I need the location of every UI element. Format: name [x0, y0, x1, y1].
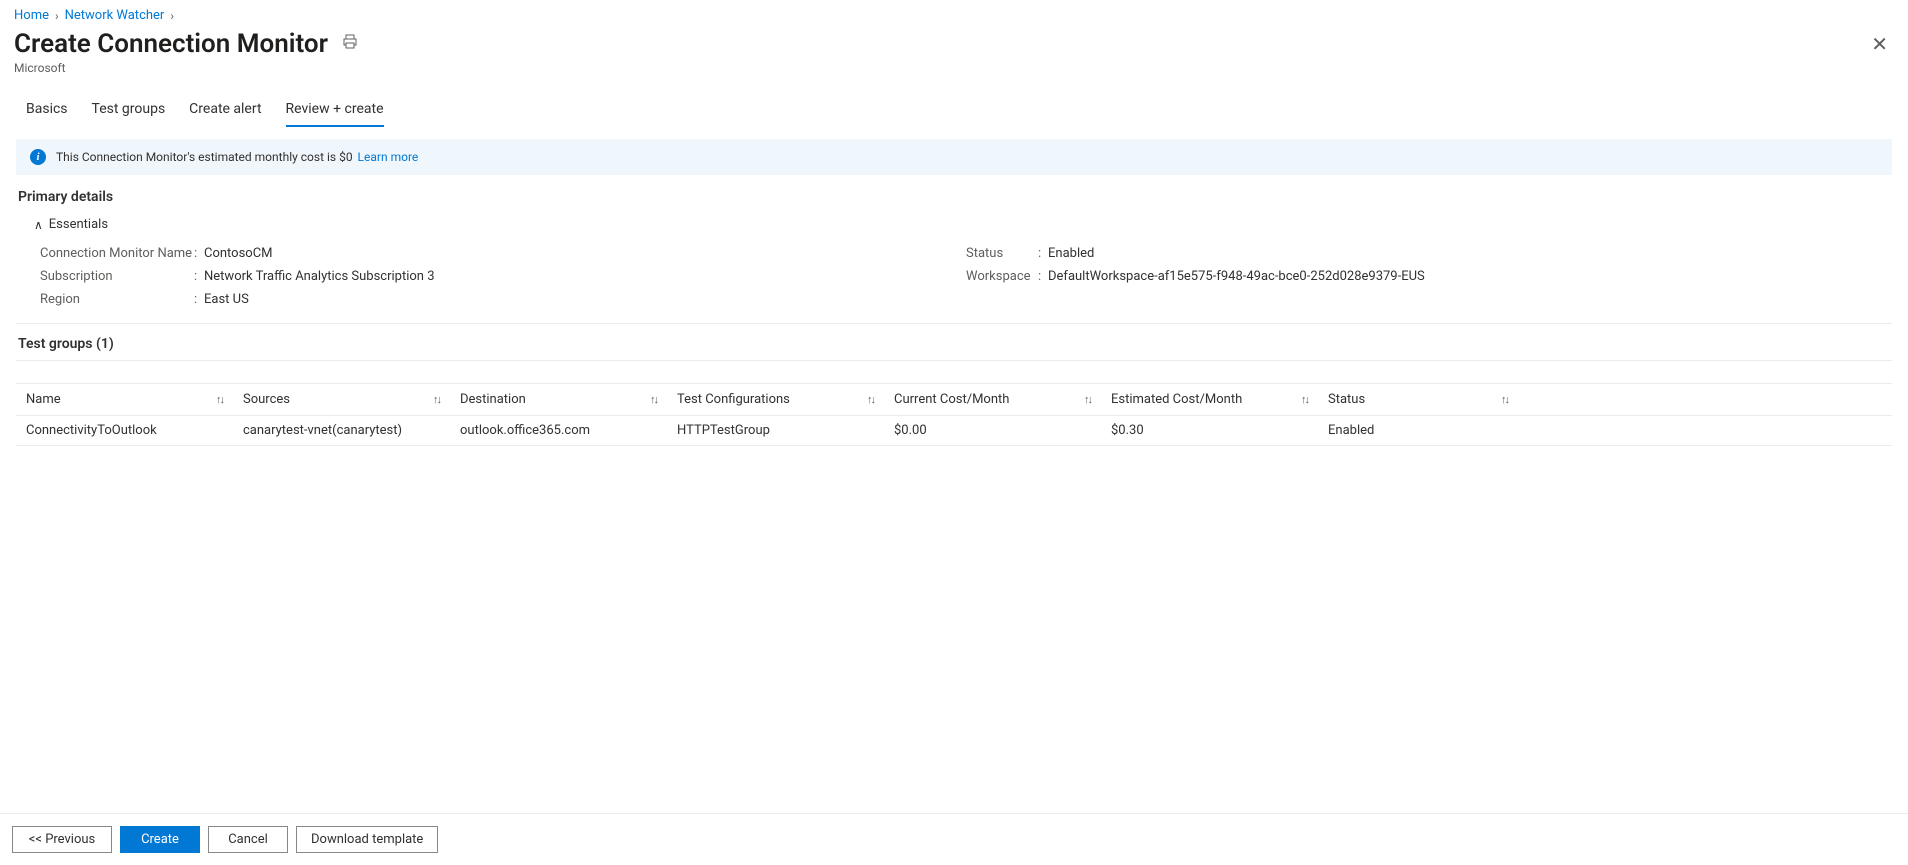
cell-estimated-cost: $0.30 — [1101, 423, 1318, 438]
col-header-estimated-cost[interactable]: Estimated Cost/Month ↑↓ — [1101, 392, 1318, 407]
close-icon[interactable]: ✕ — [1865, 32, 1894, 56]
chevron-up-icon: ∧ — [34, 218, 43, 232]
status-value: Enabled — [1048, 246, 1094, 261]
tab-review-create[interactable]: Review + create — [286, 95, 384, 127]
sort-icon: ↑↓ — [1301, 393, 1308, 406]
col-header-name[interactable]: Name ↑↓ — [16, 392, 233, 407]
cell-test-configurations: HTTPTestGroup — [667, 423, 884, 438]
breadcrumb-network-watcher[interactable]: Network Watcher — [65, 8, 165, 23]
subscription-label: Subscription — [40, 269, 194, 284]
learn-more-link[interactable]: Learn more — [358, 150, 419, 164]
sort-icon: ↑↓ — [650, 393, 657, 406]
tab-test-groups[interactable]: Test groups — [92, 95, 166, 127]
footer: << Previous Create Cancel Download templ… — [0, 813, 1908, 865]
col-header-test-configurations[interactable]: Test Configurations ↑↓ — [667, 392, 884, 407]
cm-name-value: ContosoCM — [204, 246, 273, 261]
create-button[interactable]: Create — [120, 826, 200, 853]
chevron-right-icon: › — [55, 9, 59, 23]
essentials-label: Essentials — [49, 217, 108, 232]
status-label: Status — [966, 246, 1038, 261]
sort-icon: ↑↓ — [1084, 393, 1091, 406]
breadcrumb: Home › Network Watcher › — [0, 0, 1908, 29]
test-groups-table: Name ↑↓ Sources ↑↓ Destination ↑↓ Test C… — [16, 383, 1892, 446]
cm-name-label: Connection Monitor Name — [40, 246, 194, 261]
page-header: Create Connection Monitor ✕ — [0, 29, 1908, 59]
cell-status: Enabled — [1318, 423, 1518, 438]
tab-create-alert[interactable]: Create alert — [189, 95, 261, 127]
sort-icon: ↑↓ — [1501, 393, 1508, 406]
page-subtitle: Microsoft — [0, 59, 1908, 85]
workspace-label: Workspace — [966, 269, 1038, 284]
test-groups-header: Test groups (1) — [16, 328, 1892, 361]
col-header-current-cost[interactable]: Current Cost/Month ↑↓ — [884, 392, 1101, 407]
col-header-status[interactable]: Status ↑↓ — [1318, 392, 1518, 407]
primary-details-header: Primary details — [16, 175, 1892, 213]
col-header-sources[interactable]: Sources ↑↓ — [233, 392, 450, 407]
info-banner-text: This Connection Monitor's estimated mont… — [56, 150, 353, 164]
info-icon: i — [30, 149, 46, 165]
cell-destination: outlook.office365.com — [450, 423, 667, 438]
tab-basics[interactable]: Basics — [26, 95, 68, 127]
download-template-button[interactable]: Download template — [296, 826, 438, 853]
cell-sources: canarytest-vnet(canarytest) — [233, 423, 450, 438]
chevron-right-icon: › — [170, 9, 174, 23]
breadcrumb-home[interactable]: Home — [14, 8, 49, 23]
table-row[interactable]: ConnectivityToOutlook canarytest-vnet(ca… — [16, 416, 1892, 446]
info-banner: i This Connection Monitor's estimated mo… — [16, 139, 1892, 175]
subscription-value: Network Traffic Analytics Subscription 3 — [204, 269, 435, 284]
region-value: East US — [204, 292, 249, 307]
print-icon[interactable] — [342, 34, 358, 54]
page-title: Create Connection Monitor — [14, 29, 328, 59]
tabs: Basics Test groups Create alert Review +… — [0, 85, 1908, 127]
sort-icon: ↑↓ — [433, 393, 440, 406]
cell-name: ConnectivityToOutlook — [16, 423, 233, 438]
essentials-details: Connection Monitor Name : ContosoCM Subs… — [16, 242, 1892, 319]
essentials-toggle[interactable]: ∧ Essentials — [16, 213, 1892, 242]
workspace-value: DefaultWorkspace-af15e575-f948-49ac-bce0… — [1048, 269, 1425, 284]
col-header-destination[interactable]: Destination ↑↓ — [450, 392, 667, 407]
divider — [16, 323, 1892, 324]
previous-button[interactable]: << Previous — [12, 826, 112, 853]
cell-current-cost: $0.00 — [884, 423, 1101, 438]
cancel-button[interactable]: Cancel — [208, 826, 288, 853]
sort-icon: ↑↓ — [867, 393, 874, 406]
sort-icon: ↑↓ — [216, 393, 223, 406]
region-label: Region — [40, 292, 194, 307]
